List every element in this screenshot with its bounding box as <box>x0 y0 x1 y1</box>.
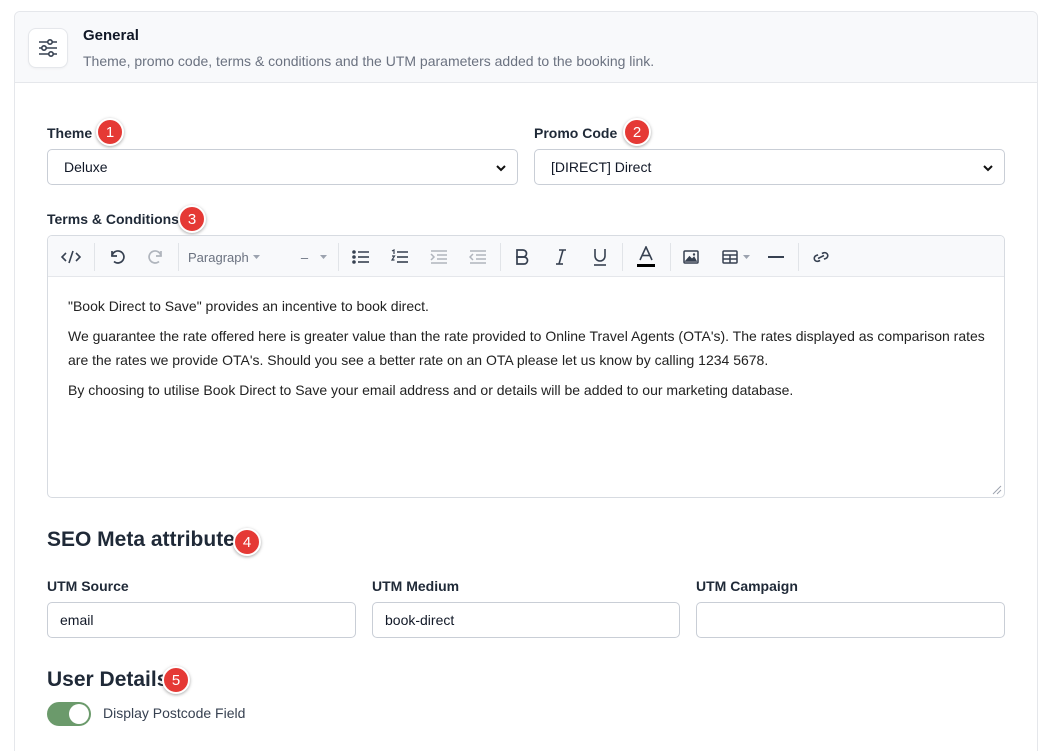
promo-code-label: Promo Code <box>534 125 618 141</box>
card-description: Theme, promo code, terms & conditions an… <box>83 53 655 69</box>
bold-icon <box>516 249 529 265</box>
redo-icon <box>148 250 162 264</box>
link-icon <box>813 251 829 263</box>
terms-paragraph: By choosing to utilise Book Direct to Sa… <box>68 382 794 398</box>
theme-select-value: Deluxe <box>64 159 108 175</box>
caret-down-icon <box>743 254 750 259</box>
font-size-dropdown[interactable]: – <box>296 244 332 270</box>
underline-icon <box>594 249 606 266</box>
utm-source-label: UTM Source <box>47 578 129 594</box>
bold-button[interactable] <box>509 244 535 270</box>
sliders-icon <box>28 28 68 68</box>
indent-icon <box>430 250 447 264</box>
promo-code-select-value: [DIRECT] Direct <box>551 159 652 175</box>
utm-source-input[interactable]: email <box>47 602 356 638</box>
undo-button[interactable] <box>104 244 130 270</box>
terms-label: Terms & Conditions <box>47 211 179 227</box>
underline-button[interactable] <box>587 244 613 270</box>
card-title: General <box>83 27 139 44</box>
insert-table-button[interactable] <box>718 244 754 270</box>
chevron-down-icon <box>496 165 506 172</box>
undo-icon <box>111 250 125 264</box>
editor-toolbar: Paragraph – <box>48 236 1004 277</box>
bullet-list-button[interactable] <box>348 244 374 270</box>
font-size-value: – <box>300 249 309 265</box>
annotation-badge-5: 5 <box>162 666 190 694</box>
block-format-value: Paragraph <box>188 249 249 265</box>
resize-handle-icon[interactable] <box>992 485 1002 495</box>
annotation-badge-1: 1 <box>96 118 124 146</box>
theme-select[interactable]: Deluxe <box>47 149 518 185</box>
insert-link-button[interactable] <box>808 244 834 270</box>
promo-code-select[interactable]: [DIRECT] Direct <box>534 149 1005 185</box>
source-code-button[interactable] <box>58 244 84 270</box>
redo-button[interactable] <box>143 244 169 270</box>
italic-icon <box>556 249 566 265</box>
postcode-toggle[interactable] <box>47 702 91 726</box>
italic-button[interactable] <box>548 244 574 270</box>
utm-medium-input[interactable]: book-direct <box>372 602 680 638</box>
caret-down-icon <box>252 254 260 259</box>
terms-editor: Paragraph – "Book Direct to Save" provid… <box>47 235 1005 498</box>
horizontal-line-icon <box>768 256 784 258</box>
postcode-toggle-label: Display Postcode Field <box>103 705 246 721</box>
utm-source-value: email <box>60 612 94 628</box>
table-icon <box>722 250 738 264</box>
insert-image-button[interactable] <box>678 244 704 270</box>
image-icon <box>683 250 699 264</box>
caret-down-icon <box>320 254 328 259</box>
code-icon <box>61 250 81 264</box>
bullet-list-icon <box>352 250 369 264</box>
terms-paragraph: "Book Direct to Save" provides an incent… <box>68 298 429 314</box>
annotation-badge-3: 3 <box>178 205 206 233</box>
block-format-dropdown[interactable]: Paragraph <box>188 244 268 270</box>
seo-section-title: SEO Meta attributes <box>47 528 247 551</box>
utm-medium-label: UTM Medium <box>372 578 460 594</box>
outdent-button[interactable] <box>465 244 491 270</box>
editor-content[interactable]: "Book Direct to Save" provides an incent… <box>68 294 988 408</box>
indent-button[interactable] <box>426 244 452 270</box>
outdent-icon <box>469 250 486 264</box>
theme-label: Theme <box>47 125 93 141</box>
text-color-icon <box>637 246 655 267</box>
text-color-button[interactable] <box>631 244 661 270</box>
card-header: General Theme, promo code, terms & condi… <box>15 12 1037 83</box>
terms-paragraph: We guarantee the rate offered here is gr… <box>68 328 985 368</box>
utm-medium-value: book-direct <box>385 612 455 628</box>
utm-campaign-input[interactable] <box>696 602 1005 638</box>
annotation-badge-2: 2 <box>623 118 651 146</box>
horizontal-line-button[interactable] <box>763 244 789 270</box>
chevron-down-icon <box>983 165 993 172</box>
numbered-list-icon <box>391 249 408 263</box>
utm-campaign-label: UTM Campaign <box>696 578 798 594</box>
numbered-list-button[interactable] <box>387 244 413 270</box>
annotation-badge-4: 4 <box>233 528 261 556</box>
user-details-section-title: User Details <box>47 668 169 691</box>
toggle-knob <box>69 704 89 724</box>
